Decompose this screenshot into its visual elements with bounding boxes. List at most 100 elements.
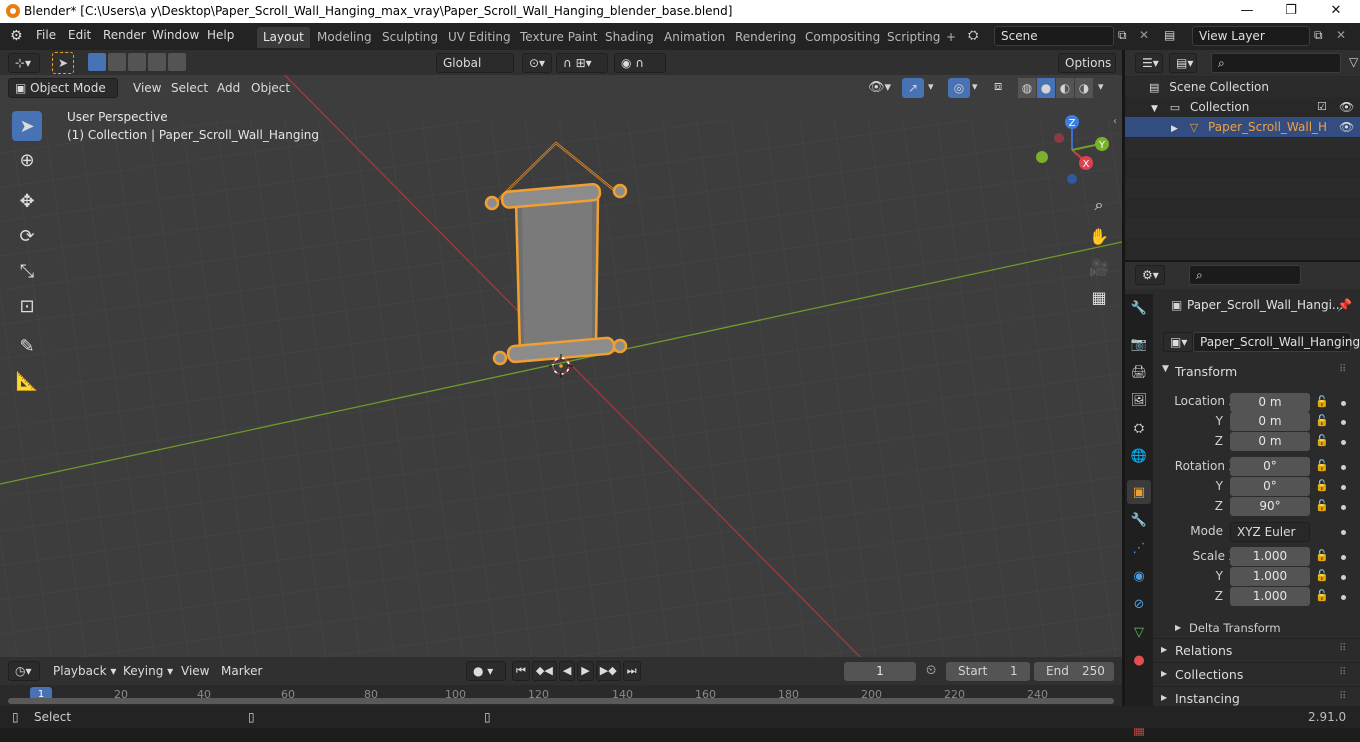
play-reverse-icon[interactable]: ◀: [558, 661, 576, 681]
viewport-menu-add[interactable]: Add: [212, 78, 245, 98]
scene-selector[interactable]: Scene: [994, 26, 1114, 46]
keyframe-dot-icon[interactable]: [1341, 530, 1346, 535]
drag-handle-icon[interactable]: ⠿: [1339, 691, 1346, 702]
transform-tool-icon[interactable]: ⊡: [12, 291, 42, 321]
lock-icon[interactable]: 🔓: [1315, 395, 1329, 408]
close-button[interactable]: ✕: [1313, 0, 1359, 23]
preview-range-icon[interactable]: ⏲: [926, 663, 936, 678]
location-y-field[interactable]: 0 m: [1230, 412, 1310, 431]
transform-collapse-icon[interactable]: ▼: [1162, 364, 1169, 374]
add-workspace-button[interactable]: +: [940, 27, 962, 48]
lock-icon[interactable]: 🔓: [1315, 589, 1329, 602]
scale-y-field[interactable]: 1.000: [1230, 567, 1310, 586]
delete-scene-icon[interactable]: ✕: [1139, 28, 1149, 42]
viewport-menu-object[interactable]: Object: [246, 78, 295, 98]
outliner-search-input[interactable]: ⌕: [1211, 53, 1341, 73]
keyframe-dot-icon[interactable]: [1341, 595, 1346, 600]
tool-tab-icon[interactable]: 🔧: [1127, 296, 1151, 320]
tab-scripting[interactable]: Scripting: [881, 27, 946, 48]
gizmo-dropdown-icon[interactable]: ▾: [928, 80, 934, 93]
transform-panel-header[interactable]: Transform: [1175, 364, 1237, 379]
lock-icon[interactable]: 🔓: [1315, 479, 1329, 492]
keyframe-dot-icon[interactable]: [1341, 401, 1346, 406]
jump-end-icon[interactable]: ⏭: [622, 661, 641, 681]
pan-hand-icon[interactable]: ✋: [1086, 223, 1112, 249]
keyframe-dot-icon[interactable]: [1341, 440, 1346, 445]
delta-collapse-icon[interactable]: ▶: [1175, 623, 1181, 632]
drag-handle-icon[interactable]: ⠿: [1339, 643, 1346, 654]
tab-shading[interactable]: Shading: [599, 27, 660, 48]
keyframe-dot-icon[interactable]: [1341, 575, 1346, 580]
menu-window[interactable]: Window: [152, 28, 199, 42]
location-x-field[interactable]: 0 m: [1230, 393, 1310, 412]
object-name-field[interactable]: Paper_Scroll_Wall_Hanging: [1193, 332, 1360, 352]
menu-render[interactable]: Render: [103, 28, 146, 42]
rotate-tool-icon[interactable]: ⟳: [12, 221, 42, 251]
solid-shading-icon[interactable]: ●: [1037, 78, 1055, 98]
outliner-row-paper-scroll[interactable]: ▶ ▽ Paper_Scroll_Wall_H 👁: [1125, 117, 1360, 137]
expand-arrow-icon[interactable]: ▶: [1171, 124, 1178, 134]
menu-edit[interactable]: Edit: [68, 28, 91, 42]
options-dropdown[interactable]: Options: [1058, 53, 1116, 73]
keyframe-dot-icon[interactable]: [1341, 420, 1346, 425]
menu-file[interactable]: File: [36, 28, 56, 42]
viewport-menu-select[interactable]: Select: [166, 78, 213, 98]
annotate-tool-icon[interactable]: ✎: [12, 331, 42, 361]
pivot-point-dropdown[interactable]: ⊙▾: [522, 53, 552, 73]
camera-view-icon[interactable]: 🎥: [1086, 254, 1112, 280]
timeline-ruler[interactable]: 1 20 40 60 80 100 120 140 160 180 200 22…: [0, 685, 1122, 706]
relations-section[interactable]: ▶ Relations ⠿: [1153, 638, 1360, 661]
keyframe-dot-icon[interactable]: [1341, 555, 1346, 560]
scale-tool-icon[interactable]: ⤡: [12, 256, 42, 286]
play-icon[interactable]: ▶: [577, 661, 594, 681]
next-keyframe-icon[interactable]: ▶◆: [595, 661, 621, 681]
lock-icon[interactable]: 🔓: [1315, 459, 1329, 472]
rotation-y-field[interactable]: 0°: [1230, 477, 1310, 496]
snap-dropdown[interactable]: ∩ ⊞▾: [556, 53, 608, 73]
auto-keying-toggle-icon[interactable]: ● ▾: [466, 661, 506, 681]
properties-search-input[interactable]: ⌕: [1189, 265, 1301, 285]
outliner-editor-type-icon[interactable]: ☰▾: [1135, 53, 1163, 73]
viewport-menu-view[interactable]: View: [128, 78, 166, 98]
tab-uv-editing[interactable]: UV Editing: [442, 27, 517, 48]
new-scene-icon[interactable]: ⧉: [1118, 28, 1127, 43]
paper-scroll-object[interactable]: [470, 138, 640, 388]
exclude-checkbox-icon[interactable]: ☑: [1317, 97, 1327, 117]
object-visibility-eye-icon[interactable]: 👁: [1339, 117, 1354, 137]
keyframe-dot-icon[interactable]: [1341, 505, 1346, 510]
xray-toggle-icon[interactable]: ⧈: [994, 79, 1002, 94]
zoom-icon[interactable]: ⌕: [1086, 192, 1112, 218]
prev-keyframe-icon[interactable]: ◆◀: [531, 661, 557, 681]
lock-icon[interactable]: 🔓: [1315, 569, 1329, 582]
view-layer-selector[interactable]: View Layer: [1192, 26, 1310, 46]
lock-icon[interactable]: 🔓: [1315, 414, 1329, 427]
playback-menu[interactable]: Playback ▾: [48, 661, 121, 681]
drag-handle-icon[interactable]: ⠿: [1339, 667, 1346, 678]
properties-editor-type-icon[interactable]: ⚙▾: [1135, 265, 1165, 285]
outliner-row-scene-collection[interactable]: ▤ Scene Collection: [1125, 77, 1360, 97]
tab-animation[interactable]: Animation: [658, 27, 731, 48]
scene-icon[interactable]: ⛭: [968, 28, 978, 43]
visibility-eye-icon[interactable]: 👁▾: [868, 80, 891, 95]
expand-arrow-icon[interactable]: ▼: [1151, 104, 1158, 114]
start-frame-field[interactable]: Start 1: [946, 662, 1030, 681]
marker-menu[interactable]: Marker: [216, 661, 267, 681]
keying-menu[interactable]: Keying ▾: [118, 661, 178, 681]
shading-dropdown-icon[interactable]: ▾: [1098, 80, 1104, 93]
select-invert-icon[interactable]: [148, 53, 166, 71]
tab-modeling[interactable]: Modeling: [311, 27, 378, 48]
blender-menu-icon[interactable]: ⚙: [10, 28, 23, 44]
rotation-mode-dropdown[interactable]: XYZ Euler ▾: [1230, 522, 1310, 557]
perspective-toggle-icon[interactable]: ▦: [1086, 284, 1112, 310]
collections-section[interactable]: ▶ Collections ⠿: [1153, 662, 1360, 685]
delete-view-layer-icon[interactable]: ✕: [1336, 28, 1346, 42]
drag-handle-icon[interactable]: ⠿: [1339, 364, 1346, 375]
end-frame-field[interactable]: End 250: [1034, 662, 1114, 681]
pin-icon[interactable]: 📌: [1337, 298, 1352, 312]
outliner-filter-icon[interactable]: ▽: [1349, 55, 1358, 69]
tab-layout[interactable]: Layout: [257, 27, 310, 48]
tab-compositing[interactable]: Compositing: [799, 27, 886, 48]
timeline-scrollbar[interactable]: [8, 698, 1114, 704]
mode-dropdown[interactable]: ▣ Object Mode: [8, 78, 118, 98]
rotation-z-field[interactable]: 90°: [1230, 497, 1310, 516]
